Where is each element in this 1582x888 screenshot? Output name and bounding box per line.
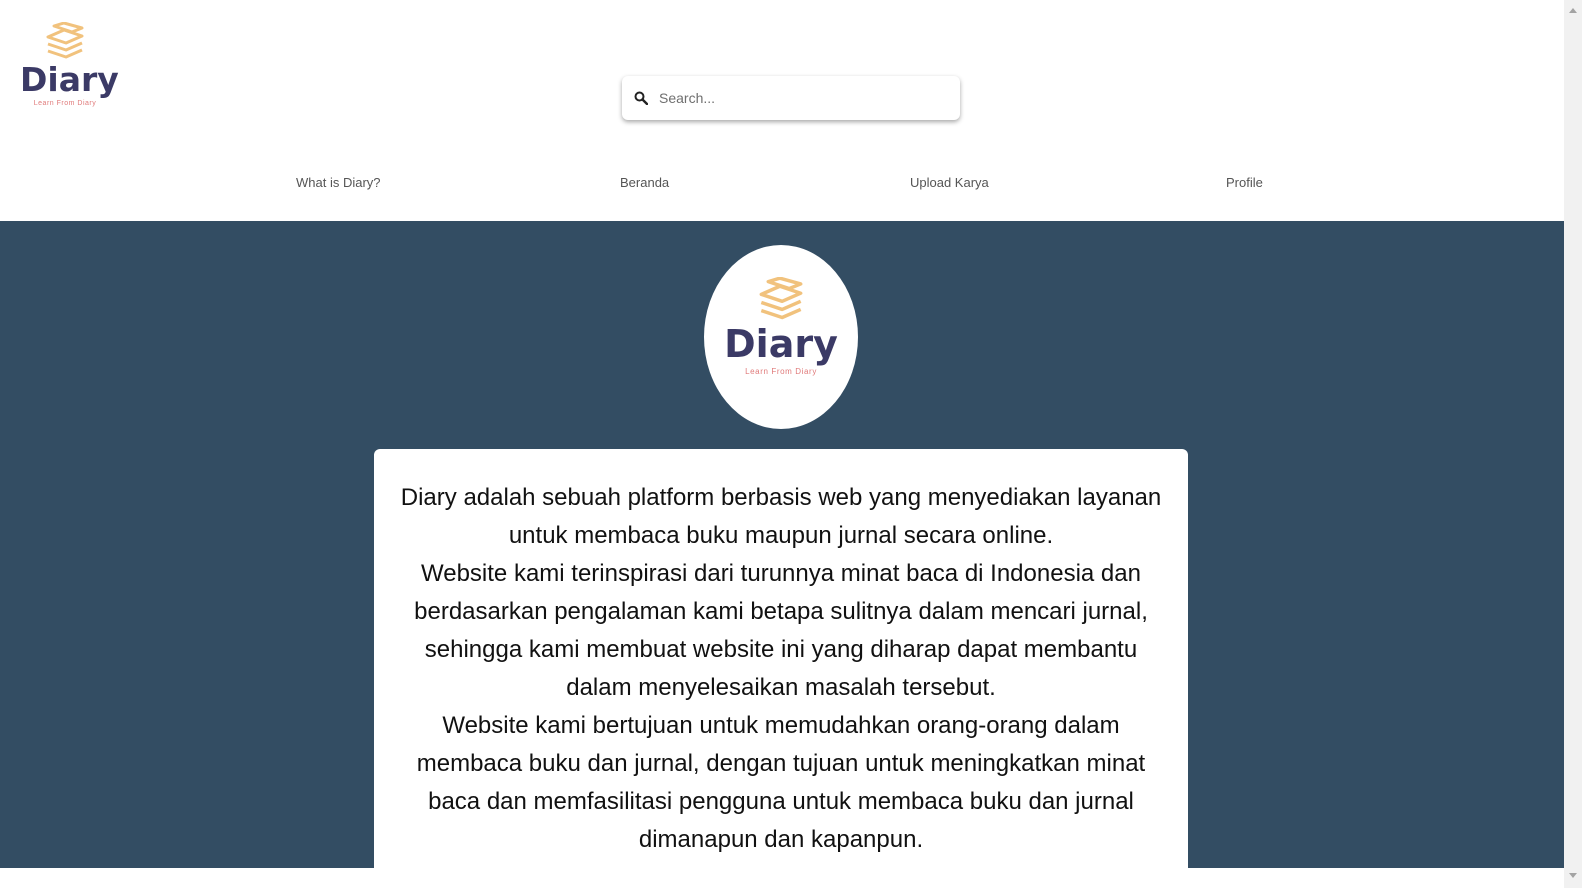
nav-item-beranda[interactable]: Beranda xyxy=(620,175,669,190)
search-box[interactable] xyxy=(622,76,960,120)
search-input[interactable] xyxy=(657,89,941,107)
vertical-scrollbar[interactable] xyxy=(1564,0,1582,888)
search-icon xyxy=(634,91,648,105)
logo-tagline: Learn From Diary xyxy=(33,100,97,107)
stacked-books-icon xyxy=(46,22,84,59)
about-paragraph: Website kami terinspirasi dari turunnya … xyxy=(414,560,1148,701)
logo-wordmark: Diary xyxy=(20,60,119,99)
scroll-up-icon[interactable] xyxy=(1569,8,1577,13)
page-footer-gap xyxy=(0,868,1564,888)
nav-item-what-is-diary[interactable]: What is Diary? xyxy=(296,175,381,190)
about-paragraph: Website kami bertujuan untuk memudahkan … xyxy=(416,712,1146,853)
hero-section: Diary Learn From Diary Diary adalah sebu… xyxy=(0,221,1564,875)
hero-logo-badge: Diary Learn From Diary xyxy=(704,245,858,429)
stacked-books-icon xyxy=(759,277,803,320)
nav-item-profile[interactable]: Profile xyxy=(1226,175,1263,190)
about-paragraph: Diary adalah sebuah platform berbasis we… xyxy=(400,484,1162,549)
nav-item-upload-karya[interactable]: Upload Karya xyxy=(910,175,989,190)
hero-logo-wordmark: Diary xyxy=(724,322,838,366)
site-logo[interactable]: Diary Learn From Diary xyxy=(20,22,119,122)
hero-logo-tagline: Learn From Diary xyxy=(745,367,817,376)
about-card: Diary adalah sebuah platform berbasis we… xyxy=(374,449,1188,875)
page: Diary Learn From Diary What is Diary? Be… xyxy=(0,0,1564,888)
main-nav: What is Diary? Beranda Upload Karya Prof… xyxy=(0,175,1564,195)
scroll-down-icon[interactable] xyxy=(1569,873,1577,878)
